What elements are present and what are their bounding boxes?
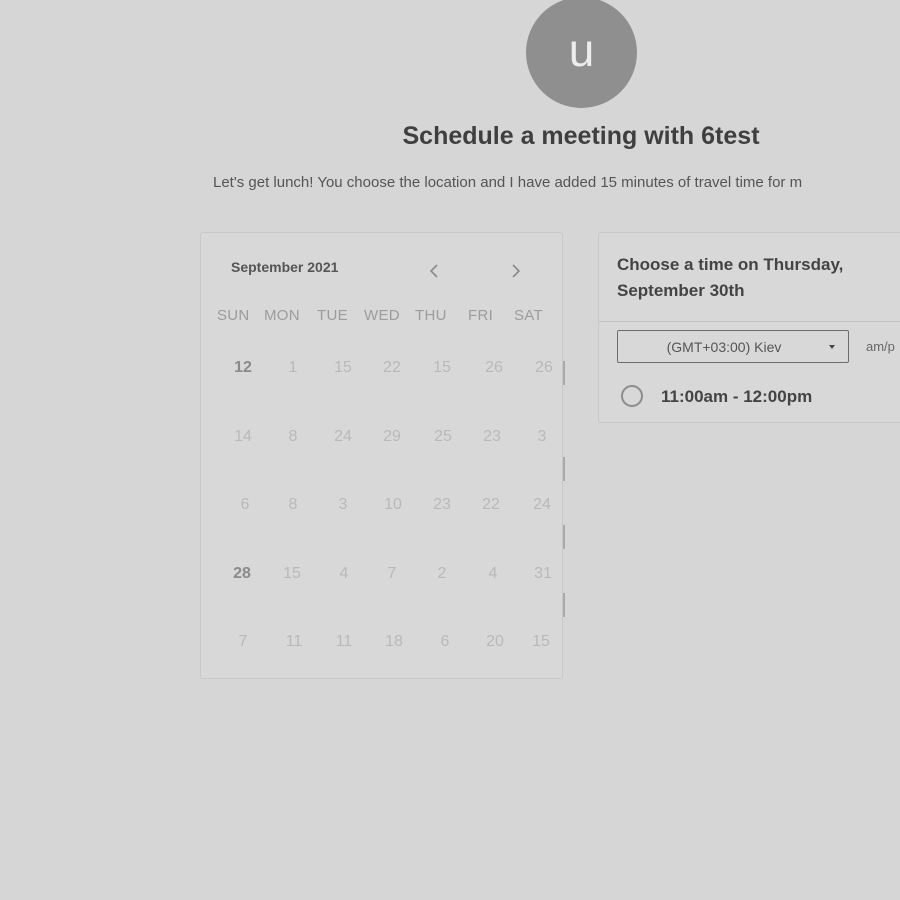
page-title: Schedule a meeting with 6test (402, 122, 760, 150)
calendar-scroll-markers (563, 351, 565, 651)
calendar-day[interactable]: 2 (422, 565, 462, 583)
calendar-day[interactable]: 11 (324, 633, 364, 651)
calendar-day[interactable]: 23 (472, 428, 512, 446)
calendar-day[interactable]: 12 (223, 359, 263, 377)
calendar-day[interactable]: 6 (425, 633, 465, 651)
calendar-day[interactable]: 1 (273, 359, 313, 377)
calendar-day[interactable]: 25 (423, 428, 463, 446)
previous-month-button[interactable] (425, 259, 445, 283)
calendar-day[interactable]: 11 (274, 633, 314, 651)
calendar-day[interactable]: 18 (374, 633, 414, 651)
avatar-initial: u (568, 23, 595, 76)
calendar-day[interactable]: 7 (223, 633, 263, 651)
calendar-day[interactable]: 3 (323, 496, 363, 514)
calendar-day[interactable]: 31 (523, 565, 563, 583)
calendar-day[interactable]: 4 (324, 565, 364, 583)
calendar-day[interactable]: 24 (323, 428, 363, 446)
timezone-value: (GMT+03:00) Kiev (666, 339, 782, 355)
calendar-day[interactable]: 15 (323, 359, 363, 377)
calendar-day[interactable]: 7 (372, 565, 412, 583)
time-format-toggle[interactable]: am/p (866, 339, 895, 354)
host-avatar: u (526, 0, 637, 108)
calendar-month-label: September 2021 (231, 259, 339, 275)
calendar-day[interactable]: 4 (473, 565, 513, 583)
calendar-day[interactable]: 28 (222, 565, 262, 583)
calendar-day[interactable]: 10 (373, 496, 413, 514)
weekday-label: SAT (514, 307, 543, 324)
timezone-select[interactable]: (GMT+03:00) Kiev (617, 330, 849, 363)
booking-page: u Schedule a meeting with 6test Let's ge… (0, 0, 900, 900)
caret-down-icon (829, 345, 835, 349)
weekday-label: TUE (317, 307, 348, 324)
calendar-day[interactable]: 15 (272, 565, 312, 583)
scroll-marker (563, 457, 565, 481)
calendar-day[interactable]: 22 (372, 359, 412, 377)
time-picker-heading: Choose a time on Thursday, September 30t… (617, 255, 844, 300)
calendar-day[interactable]: 26 (524, 359, 564, 377)
chevron-left-icon (429, 264, 438, 278)
calendar-day[interactable]: 3 (522, 428, 562, 446)
calendar-day[interactable]: 8 (273, 428, 313, 446)
calendar-day[interactable]: 15 (422, 359, 462, 377)
calendar-day[interactable]: 24 (522, 496, 562, 514)
calendar-day[interactable]: 20 (475, 633, 515, 651)
calendar-day[interactable]: 23 (422, 496, 462, 514)
scroll-marker (563, 361, 565, 385)
calendar-day[interactable]: 26 (474, 359, 514, 377)
calendar-day[interactable]: 6 (225, 496, 265, 514)
radio-button[interactable] (621, 385, 643, 407)
calendar-day[interactable]: 14 (223, 428, 263, 446)
chevron-right-icon (512, 264, 521, 278)
weekday-label: FRI (468, 307, 494, 324)
weekday-header: SUN MON TUE WED THU FRI SAT (217, 307, 557, 327)
date-picker: September 2021 SUN MON TUE WED THU FRI S… (200, 232, 565, 679)
weekday-label: SUN (217, 307, 250, 324)
calendar-day[interactable]: 22 (471, 496, 511, 514)
meeting-description: Let's get lunch! You choose the location… (213, 174, 803, 191)
calendar-day[interactable]: 15 (521, 633, 561, 651)
weekday-label: WED (364, 307, 400, 324)
calendar-day[interactable]: 29 (372, 428, 412, 446)
scroll-marker (563, 593, 565, 617)
time-slot-label: 11:00am - 12:00pm (661, 387, 813, 406)
time-picker: Choose a time on Thursday, September 30t… (598, 232, 900, 423)
scroll-marker (563, 525, 565, 549)
divider (599, 321, 900, 322)
next-month-button[interactable] (506, 259, 526, 283)
calendar-day[interactable]: 8 (273, 496, 313, 514)
weekday-label: THU (415, 307, 447, 324)
weekday-label: MON (264, 307, 300, 324)
